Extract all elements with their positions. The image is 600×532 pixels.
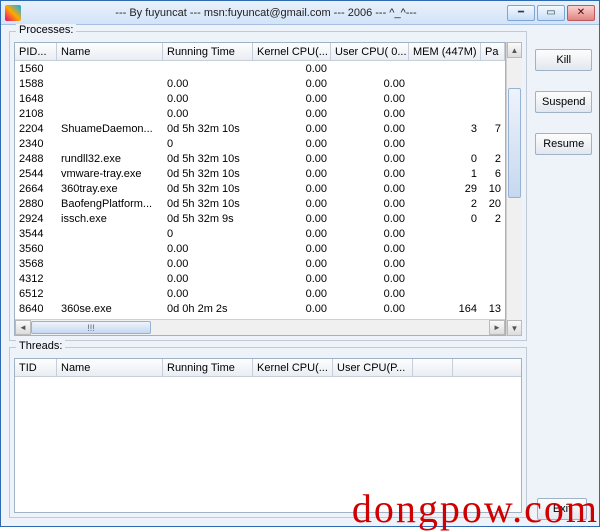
hscroll-left-icon[interactable]: ◄	[15, 320, 31, 335]
threads-label: Threads:	[16, 340, 65, 352]
col-tid[interactable]: TID	[15, 359, 57, 376]
table-row[interactable]: 234000.000.00	[15, 136, 505, 151]
threads-rows[interactable]	[15, 377, 521, 512]
col-runtime[interactable]: Running Time	[163, 43, 253, 60]
processes-hscroll[interactable]: ◄ !!! ►	[15, 319, 505, 335]
vscroll-up-icon[interactable]: ▲	[507, 42, 522, 58]
suspend-button[interactable]: Suspend	[535, 91, 592, 113]
col-pid[interactable]: PID...	[15, 43, 57, 60]
col-tuser-cpu[interactable]: User CPU(P...	[333, 359, 413, 376]
table-row[interactable]: 15600.00	[15, 61, 505, 76]
table-row[interactable]: 354400.000.00	[15, 226, 505, 241]
col-truntime[interactable]: Running Time	[163, 359, 253, 376]
processes-label: Processes:	[16, 24, 76, 36]
app-icon	[5, 5, 21, 21]
col-kernel-cpu[interactable]: Kernel CPU(...	[253, 43, 331, 60]
table-row[interactable]: 2544vmware-tray.exe0d 5h 32m 10s0.000.00…	[15, 166, 505, 181]
app-window: --- By fuyuncat --- msn:fuyuncat@gmail.c…	[0, 0, 600, 527]
exit-button[interactable]: Exit	[537, 498, 587, 520]
processes-rows[interactable]: 15600.0015880.000.000.0016480.000.000.00…	[15, 61, 505, 319]
close-button[interactable]: ✕	[567, 5, 595, 21]
threads-header[interactable]: TID Name Running Time Kernel CPU(... Use…	[15, 359, 521, 377]
table-row[interactable]: 2204ShuameDaemon...0d 5h 32m 10s0.000.00…	[15, 121, 505, 136]
table-row[interactable]: 2664360tray.exe0d 5h 32m 10s0.000.002910	[15, 181, 505, 196]
client-area: Processes: PID... Name Running Time Kern…	[1, 25, 599, 526]
kill-button[interactable]: Kill	[535, 49, 592, 71]
col-tname[interactable]: Name	[57, 359, 163, 376]
table-row[interactable]: 43120.000.000.00	[15, 271, 505, 286]
table-row[interactable]: 15880.000.000.00	[15, 76, 505, 91]
table-row[interactable]: 2924issch.exe0d 5h 32m 9s0.000.0002	[15, 211, 505, 226]
col-tblank[interactable]	[413, 359, 453, 376]
processes-listview[interactable]: PID... Name Running Time Kernel CPU(... …	[14, 42, 506, 336]
table-row[interactable]: 35680.000.000.00	[15, 256, 505, 271]
col-mem[interactable]: MEM (447M)	[409, 43, 481, 60]
minimize-button[interactable]: ━	[507, 5, 535, 21]
maximize-button[interactable]: ▭	[537, 5, 565, 21]
vscroll-thumb[interactable]	[508, 88, 521, 198]
col-tkernel-cpu[interactable]: Kernel CPU(...	[253, 359, 333, 376]
col-pa[interactable]: Pa	[481, 43, 505, 60]
threads-listview[interactable]: TID Name Running Time Kernel CPU(... Use…	[14, 358, 522, 513]
col-user-cpu[interactable]: User CPU( 0...	[331, 43, 409, 60]
titlebar[interactable]: --- By fuyuncat --- msn:fuyuncat@gmail.c…	[1, 1, 599, 25]
table-row[interactable]: 8640360se.exe0d 0h 2m 2s0.000.0016413	[15, 301, 505, 316]
window-title: --- By fuyuncat --- msn:fuyuncat@gmail.c…	[25, 7, 507, 19]
processes-header[interactable]: PID... Name Running Time Kernel CPU(... …	[15, 43, 505, 61]
table-row[interactable]: 35600.000.000.00	[15, 241, 505, 256]
hscroll-thumb[interactable]: !!!	[31, 321, 151, 334]
col-name[interactable]: Name	[57, 43, 163, 60]
table-row[interactable]: 2880BaofengPlatform...0d 5h 32m 10s0.000…	[15, 196, 505, 211]
vscroll-down-icon[interactable]: ▼	[507, 320, 522, 336]
table-row[interactable]: 16480.000.000.00	[15, 91, 505, 106]
table-row[interactable]: 65120.000.000.00	[15, 286, 505, 301]
table-row[interactable]: 21080.000.000.00	[15, 106, 505, 121]
resume-button[interactable]: Resume	[535, 133, 592, 155]
processes-vscroll[interactable]: ▲ ▼	[506, 42, 522, 336]
processes-group: Processes: PID... Name Running Time Kern…	[9, 31, 527, 341]
hscroll-right-icon[interactable]: ►	[489, 320, 505, 335]
table-row[interactable]: 2488rundll32.exe0d 5h 32m 10s0.000.0002	[15, 151, 505, 166]
threads-group: Threads: TID Name Running Time Kernel CP…	[9, 347, 527, 518]
